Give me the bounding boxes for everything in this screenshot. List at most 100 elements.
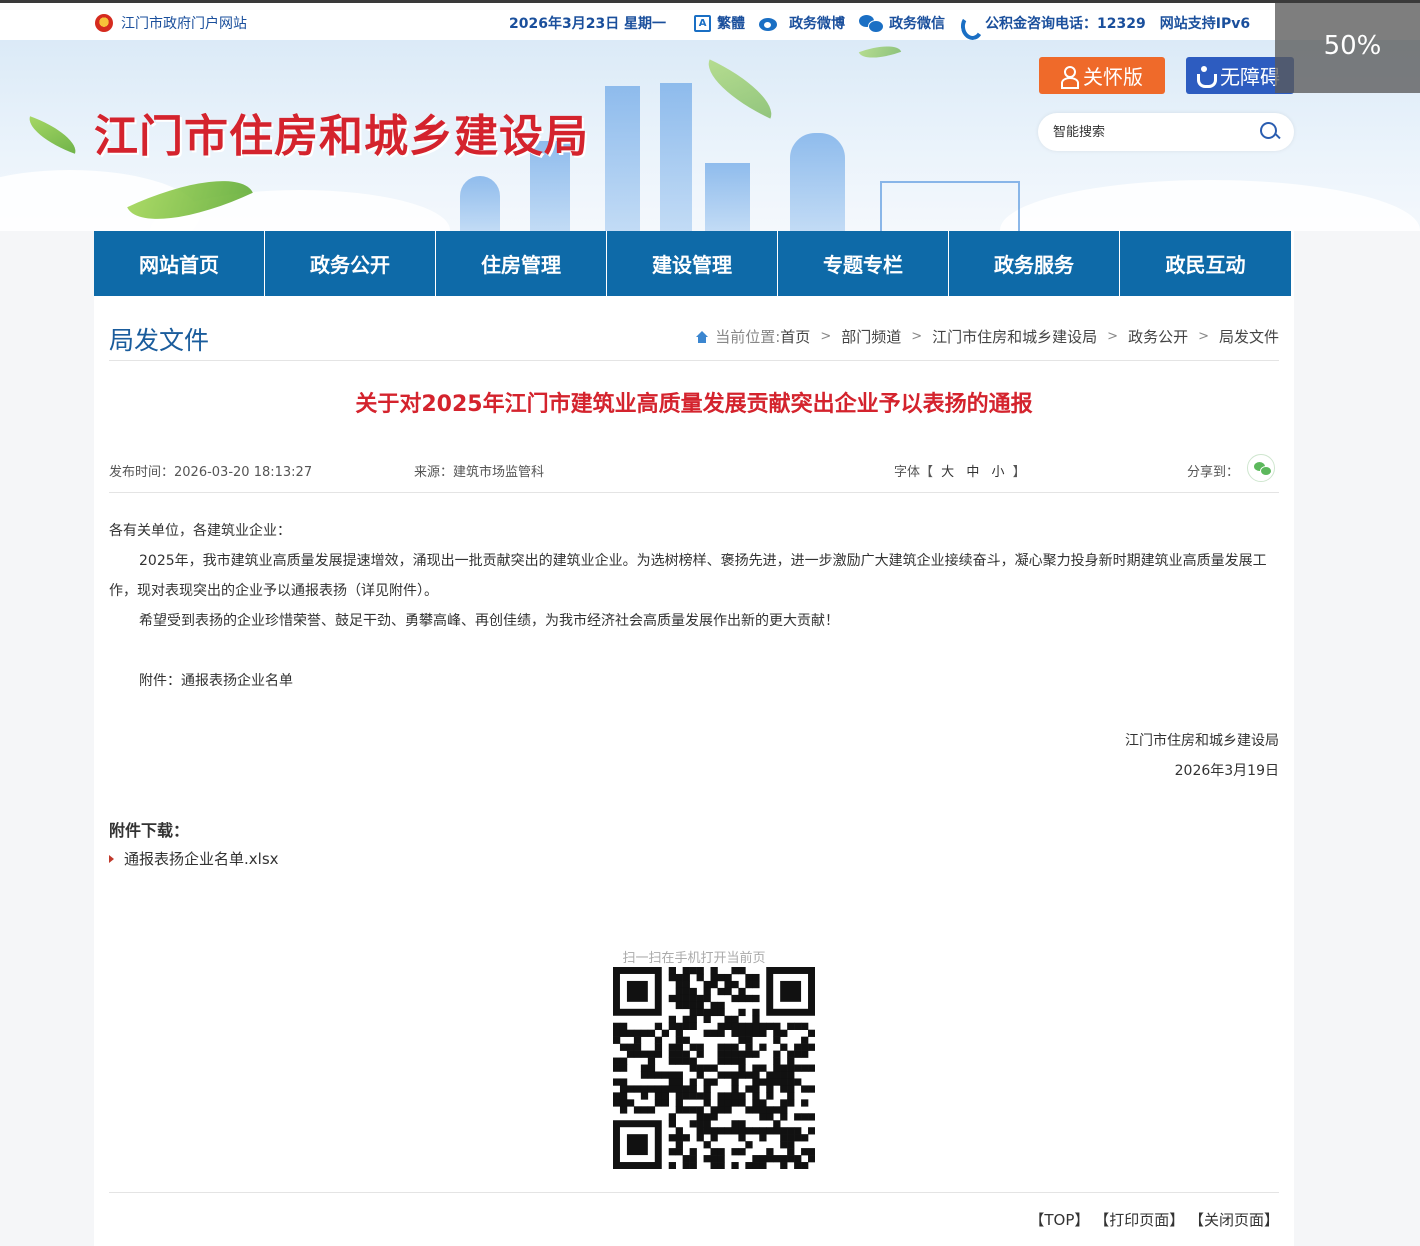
divider xyxy=(109,492,1279,493)
leaf-decoration xyxy=(23,116,82,154)
government-portal-link[interactable]: 江门市政府门户网站 xyxy=(95,13,247,33)
weibo-link[interactable]: 政务微博 xyxy=(759,13,845,33)
back-to-top-link[interactable]: 【TOP】 xyxy=(1029,1211,1089,1229)
search-icon[interactable] xyxy=(1260,122,1282,144)
attachment-filename: 通报表扬企业名单.xlsx xyxy=(124,850,279,868)
breadcrumb-separator: > xyxy=(911,329,923,344)
nav-item-interaction[interactable]: 政民互动 xyxy=(1120,231,1294,296)
print-page-link[interactable]: 【打印页面】 xyxy=(1094,1211,1184,1229)
font-size-small-button[interactable]: 小 xyxy=(991,465,1004,480)
header-banner: 江门市住房和城乡建设局 关怀版 无障碍 xyxy=(0,40,1420,231)
font-size-medium-button[interactable]: 中 xyxy=(966,465,979,480)
building-decoration xyxy=(460,176,500,231)
accessibility-label: 无障碍 xyxy=(1220,65,1280,89)
gate-decoration xyxy=(880,181,1020,231)
search-box xyxy=(1038,113,1294,151)
breadcrumb: 当前位置: 首页 > 部门频道 > 江门市住房和城乡建设局 > 政务公开 > 局… xyxy=(696,326,1279,347)
font-size-controls: 字体【 大 中 小 】 xyxy=(894,461,1026,480)
cloud-decoration xyxy=(1000,180,1420,231)
current-date: 2026年3月23日 星期一 xyxy=(509,13,666,33)
font-size-large-button[interactable]: 大 xyxy=(941,465,954,480)
zoom-level-indicator: 50% xyxy=(1275,3,1420,93)
ipv6-support: 网站支持IPv6 xyxy=(1160,13,1250,33)
divider xyxy=(109,1192,1279,1193)
traditional-chinese-label: 繁體 xyxy=(717,16,746,32)
care-mode-label: 关怀版 xyxy=(1083,65,1143,89)
sign-date: 2026年3月19日 xyxy=(1174,763,1279,779)
breadcrumb-bureau[interactable]: 江门市住房和城乡建设局 xyxy=(932,326,1097,347)
footer-links: 【TOP】 【打印页面】 【关闭页面】 xyxy=(1029,1209,1279,1230)
body-paragraph: 2025年，我市建筑业高质量发展提速增效，涌现出一批贡献突出的建筑业企业。为选树… xyxy=(109,553,1267,599)
elder-care-icon xyxy=(1061,65,1079,89)
salutation: 各有关单位，各建筑业企业： xyxy=(109,523,291,539)
site-title: 江门市住房和城乡建设局 xyxy=(94,111,589,162)
nav-item-government-affairs[interactable]: 政务公开 xyxy=(265,231,436,296)
publish-time-label: 发布时间： xyxy=(109,465,175,480)
wheelchair-icon xyxy=(1196,65,1217,88)
building-decoration xyxy=(605,86,640,231)
share-label: 分享到： xyxy=(1187,465,1240,480)
wechat-icon xyxy=(859,14,885,33)
wechat-link[interactable]: 政务微信 xyxy=(859,13,945,33)
attachment-link[interactable]: 通报表扬企业名单.xlsx xyxy=(109,848,279,869)
attachment-download-title: 附件下载： xyxy=(109,821,190,840)
hotline: 公积金咨询电话：12329 xyxy=(959,13,1146,33)
leaf-decoration xyxy=(697,59,783,119)
font-size-label: 字体【 xyxy=(894,465,934,480)
search-input[interactable] xyxy=(1053,122,1253,142)
nav-item-construction[interactable]: 建设管理 xyxy=(607,231,778,296)
date-text: 2026年3月23日 星期一 xyxy=(509,16,667,32)
font-size-bracket: 】 xyxy=(1012,465,1026,480)
wechat-share-icon[interactable] xyxy=(1247,454,1275,482)
nav-item-housing[interactable]: 住房管理 xyxy=(436,231,607,296)
building-decoration xyxy=(660,83,692,231)
government-portal-label: 江门市政府门户网站 xyxy=(121,16,247,32)
source-value: 建筑市场监管科 xyxy=(453,465,545,480)
bullet-icon xyxy=(109,854,114,863)
hotline-text: 公积金咨询电话：12329 xyxy=(985,16,1146,32)
article-body: 各有关单位，各建筑业企业： 2025年，我市建筑业高质量发展提速增效，涌现出一批… xyxy=(109,516,1279,786)
breadcrumb-separator: > xyxy=(1107,329,1119,344)
breadcrumb-government-affairs[interactable]: 政务公开 xyxy=(1128,326,1188,347)
breadcrumb-separator: > xyxy=(820,329,832,344)
breadcrumb-bureau-documents[interactable]: 局发文件 xyxy=(1219,326,1279,347)
article-meta: 发布时间：2026-03-20 18:13:27 来源：建筑市场监管科 字体【 … xyxy=(109,454,1279,485)
publish-time-value: 2026-03-20 18:13:27 xyxy=(174,465,313,480)
nav-item-special-topics[interactable]: 专题专栏 xyxy=(778,231,949,296)
national-emblem-icon xyxy=(95,14,113,32)
leaf-decoration xyxy=(858,40,902,66)
divider xyxy=(109,360,1279,361)
nav-item-home[interactable]: 网站首页 xyxy=(94,231,265,296)
weibo-icon xyxy=(759,14,783,32)
phone-icon xyxy=(959,13,979,33)
close-page-link[interactable]: 【关闭页面】 xyxy=(1189,1211,1279,1229)
article-source: 来源：建筑市场监管科 xyxy=(414,461,544,480)
wechat-label: 政务微信 xyxy=(889,16,946,32)
signature: 江门市住房和城乡建设局 xyxy=(1125,733,1279,749)
publish-time: 发布时间：2026-03-20 18:13:27 xyxy=(109,461,312,480)
traditional-chinese-icon: A xyxy=(694,14,712,32)
article-title: 关于对2025年江门市建筑业高质量发展贡献突出企业予以表扬的通报 xyxy=(355,392,1033,417)
breadcrumb-home[interactable]: 首页 xyxy=(780,326,810,347)
home-icon xyxy=(696,330,709,343)
column-title: 局发文件 xyxy=(109,326,210,355)
building-decoration xyxy=(790,133,845,231)
top-bar: 江门市政府门户网站 2026年3月23日 星期一 A 繁體 政务微博 政务微信 … xyxy=(0,0,1420,40)
breadcrumb-label: 当前位置: xyxy=(715,328,781,346)
ipv6-text: 网站支持IPv6 xyxy=(1159,16,1251,32)
main-content: 局发文件 当前位置: 首页 > 部门频道 > 江门市住房和城乡建设局 > 政务公… xyxy=(94,296,1294,1246)
weibo-label: 政务微博 xyxy=(789,16,846,32)
traditional-chinese-link[interactable]: A 繁體 xyxy=(694,13,745,33)
main-nav: 网站首页 政务公开 住房管理 建设管理 专题专栏 政务服务 政民互动 xyxy=(94,231,1294,296)
breadcrumb-department-channel[interactable]: 部门频道 xyxy=(841,326,901,347)
breadcrumb-separator: > xyxy=(1198,329,1209,344)
building-decoration xyxy=(705,163,750,231)
nav-item-services[interactable]: 政务服务 xyxy=(949,231,1120,296)
top-bar-right: 2026年3月23日 星期一 A 繁體 政务微博 政务微信 公积金咨询电话：12… xyxy=(509,13,1264,33)
source-label: 来源： xyxy=(414,465,454,480)
qr-caption: 扫一扫在手机打开当前页 xyxy=(622,951,766,966)
care-mode-button[interactable]: 关怀版 xyxy=(1039,57,1165,94)
attachment-note: 附件：通报表扬企业名单 xyxy=(139,673,293,689)
